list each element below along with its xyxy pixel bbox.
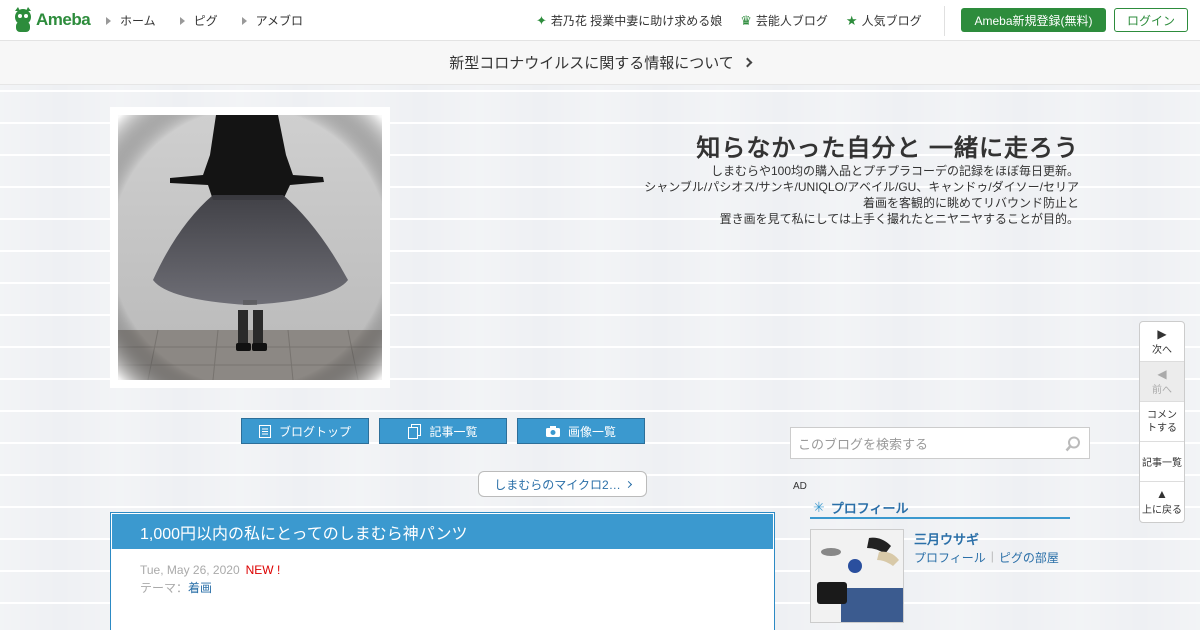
trending-topic-link[interactable]: ✦ 若乃花 授業中妻に助け求める娘 (536, 12, 722, 29)
profile-link[interactable]: プロフィール (914, 549, 986, 566)
article-meta: Tue, May 26, 2020 NEW ! (111, 551, 774, 577)
celebrity-blogs-link[interactable]: ♛ 芸能人ブログ (740, 12, 828, 29)
blog-top-label: ブログトップ (278, 424, 351, 439)
theme-pill-label: しまむらのマイクロ2… (494, 477, 621, 492)
profile-heading: ✳ プロフィール (810, 498, 1070, 519)
article-card: 1,000円以内の私にとってのしまむら神パンツ Tue, May 26, 202… (110, 512, 775, 630)
trending-topic-label: 若乃花 授業中妻に助け求める娘 (550, 14, 723, 28)
entry-list-button[interactable]: 記事一覧 (379, 418, 507, 444)
register-button[interactable]: Ameba新規登録(無料) (961, 8, 1106, 32)
play-left-icon: ◀ (1157, 366, 1167, 381)
ad-label: AD (793, 481, 807, 492)
caret-right-icon (241, 16, 247, 25)
back-to-top-button[interactable]: ▲ 上に戻る (1140, 482, 1184, 522)
arrow-up-icon: ▲ (1156, 487, 1168, 501)
image-list-button[interactable]: 画像一覧 (517, 418, 645, 444)
search-icon[interactable] (1065, 436, 1081, 452)
nav-home[interactable]: ホーム (106, 12, 156, 29)
article-theme: テーマ：着画 (111, 577, 774, 596)
blog-header-image (110, 107, 390, 388)
article-theme-link[interactable]: 着画 (188, 581, 212, 595)
login-button[interactable]: ログイン (1114, 8, 1188, 32)
back-to-top-label: 上に戻る (1142, 505, 1182, 516)
blog-title[interactable]: 知らなかった自分と 一緒に走ろう (696, 128, 1079, 163)
profile-heading-label: プロフィール (830, 501, 909, 516)
star-icon: ★ (845, 12, 858, 28)
nav-home-label: ホーム (120, 14, 156, 28)
popular-blogs-link[interactable]: ★ 人気ブログ (846, 12, 922, 29)
prev-entry-label: 前へ (1152, 384, 1172, 396)
blog-description-line: 着画を客観的に眺めてリバウンド防止と (862, 196, 1079, 210)
side-entry-list-button[interactable]: 記事一覧 (1140, 442, 1184, 482)
article-date: Tue, May 26, 2020 (140, 563, 240, 577)
header-links: ✦ 若乃花 授業中妻に助け求める娘 ♛ 芸能人ブログ ★ 人気ブログ (536, 12, 940, 29)
crown-icon: ♛ (740, 12, 752, 28)
blog-search-input[interactable]: このブログを検索する (790, 427, 1090, 459)
comment-button[interactable]: コメントする (1140, 402, 1184, 442)
comment-label: コメントする (1147, 409, 1177, 434)
profile-links: プロフィール | ピグの部屋 (914, 549, 1059, 566)
search-placeholder: このブログを検索する (798, 436, 929, 452)
global-nav: ホーム ピグ アメブロ (106, 12, 327, 29)
blog-description-line: しまむらや100均の購入品とプチプラコーデの記録をほぼ毎日更新。 (710, 164, 1079, 178)
ameba-mascot-icon (15, 7, 31, 32)
profile-avatar[interactable] (810, 529, 904, 623)
profile-name[interactable]: 三月ウサギ (914, 529, 979, 548)
copy-documents-icon (408, 423, 422, 439)
blog-description-line: シャンブル/パシオス/サンキ/UNIQLO/アベイル/GU、キャンドゥ/ダイソー… (644, 180, 1079, 194)
play-right-icon: ▶ (1157, 326, 1167, 341)
global-header: Ameba ホーム ピグ アメブロ ✦ 若乃花 授業中妻に助け求める娘 ♛ 芸能人ブ… (0, 0, 1200, 41)
blog-top-button[interactable]: ブログトップ (241, 418, 369, 444)
entry-list-label: 記事一覧 (429, 424, 478, 439)
camera-icon (545, 425, 560, 437)
ameba-logo[interactable]: Ameba (12, 7, 92, 33)
next-entry-button[interactable]: ▶ 次へ (1140, 322, 1184, 362)
link-separator: | (990, 549, 994, 563)
popular-blogs-label: 人気ブログ (861, 14, 922, 28)
nav-pigg[interactable]: ピグ (179, 12, 218, 29)
profile-avatar-image (811, 530, 903, 622)
theme-pill-link[interactable]: しまむらのマイクロ2… (478, 471, 647, 497)
pigg-room-link[interactable]: ピグの部屋 (999, 549, 1059, 566)
article-title[interactable]: 1,000円以内の私にとってのしまむら神パンツ (112, 514, 773, 550)
new-badge: NEW ! (245, 563, 281, 577)
document-icon (258, 424, 271, 438)
asterisk-icon: ✳ (813, 499, 825, 515)
image-list-label: 画像一覧 (567, 424, 616, 439)
covid-notice-text: 新型コロナウイルスに関する情報について (449, 55, 734, 72)
article-theme-label: テーマ： (140, 581, 189, 595)
nav-ameblo[interactable]: アメブロ (241, 12, 304, 29)
caret-right-icon (179, 16, 185, 25)
nav-pigg-label: ピグ (193, 14, 218, 28)
header-divider (944, 6, 945, 36)
header-photo-skirt (118, 115, 382, 380)
logo-text: Ameba (36, 10, 91, 29)
chevron-right-icon (742, 57, 753, 68)
next-entry-label: 次へ (1152, 344, 1172, 356)
caret-right-icon (106, 16, 111, 25)
blog-description: しまむらや100均の購入品とプチプラコーデの記録をほぼ毎日更新。 シャンブル/パ… (579, 163, 1079, 227)
prev-entry-button[interactable]: ◀ 前へ (1140, 362, 1184, 402)
blog-description-line: 置き画を見て私にしては上手く撮れたとニヤニヤすることが目的。 (719, 212, 1079, 226)
covid-notice-link[interactable]: 新型コロナウイルスに関する情報について (0, 41, 1200, 85)
floating-side-nav: ▶ 次へ ◀ 前へ コメントする 記事一覧 ▲ 上に戻る (1139, 321, 1185, 523)
sparkle-icon: ✦ (536, 12, 547, 28)
chevron-right-icon (624, 480, 632, 488)
nav-ameblo-label: アメブロ (255, 14, 304, 28)
side-entry-list-label: 記事一覧 (1142, 458, 1182, 469)
celebrity-blogs-label: 芸能人ブログ (755, 14, 828, 28)
